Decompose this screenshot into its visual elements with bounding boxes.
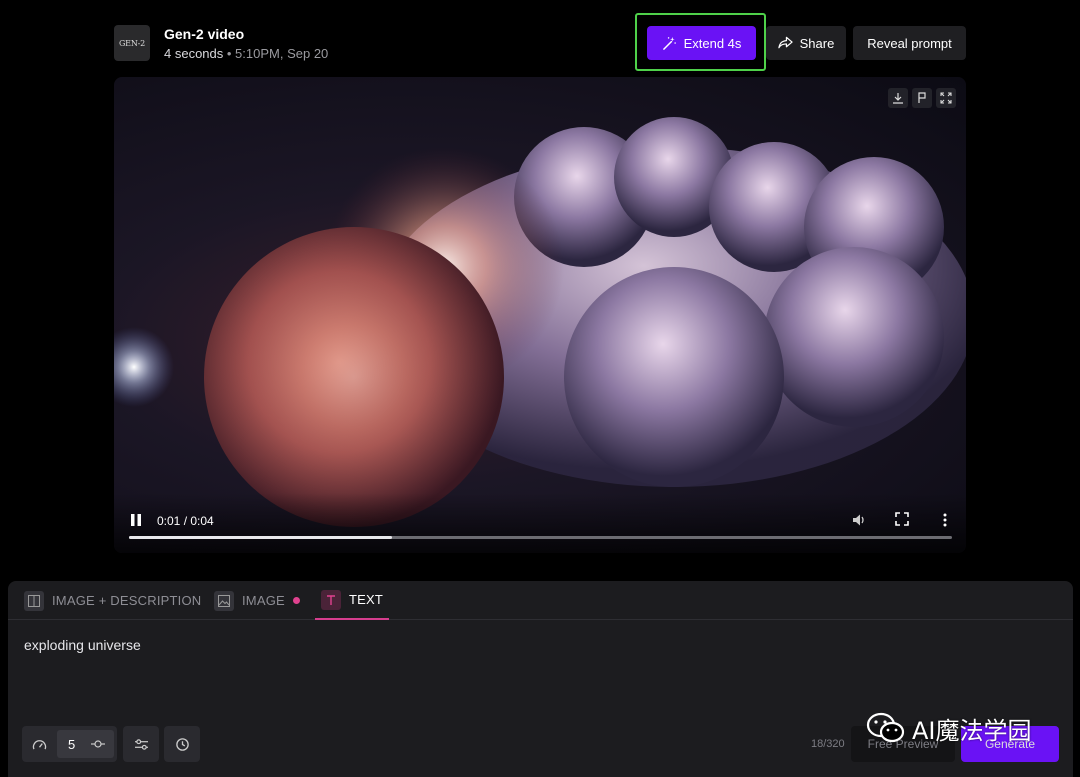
share-icon [777,36,793,49]
video-corner-icons [888,88,956,108]
flag-icon[interactable] [912,88,932,108]
fullscreen-icon[interactable] [895,512,909,526]
motion-control: 5 [22,726,117,762]
progress-bar[interactable] [129,536,952,539]
time-display: 0:01 / 0:04 [157,514,214,528]
tab-text[interactable]: TEXT [315,581,390,620]
sliders-icon [134,738,148,750]
more-options-icon[interactable] [941,512,949,528]
download-icon[interactable] [888,88,908,108]
video-player[interactable]: 0:01 / 0:04 [114,77,966,553]
tab-image-description[interactable]: IMAGE + DESCRIPTION [24,581,201,620]
gen2-logo: GEN-2 [114,25,150,61]
progress-fill [129,536,393,539]
settings-button[interactable] [123,726,159,762]
video-duration: 4 seconds [164,46,224,61]
motion-value-stepper[interactable]: 5 [57,730,114,758]
video-frame [114,117,966,527]
extend-label: Extend 4s [683,35,742,51]
video-controls: 0:01 / 0:04 [114,493,966,553]
image-icon [214,590,234,611]
tab-label: IMAGE [242,593,285,608]
watermark: AI魔法学园 [866,708,1046,748]
mode-tabs: IMAGE + DESCRIPTION IMAGE TEXT [8,581,1073,620]
pause-icon[interactable] [130,513,142,527]
video-timestamp: 5:10PM, Sep 20 [235,46,329,61]
video-title: Gen-2 video [164,26,245,42]
meta-separator: • [223,46,236,61]
timer-button[interactable] [164,726,200,762]
extend-button[interactable]: Extend 4s [647,26,756,60]
text-icon [321,589,341,610]
reveal-prompt-label: Reveal prompt [867,35,952,51]
wechat-icon [866,712,905,743]
timer-icon [175,737,189,751]
character-counter: 18/320 [811,738,845,750]
magic-wand-icon [662,36,676,50]
watermark-text: AI魔法学园 [912,716,1032,745]
volume-icon[interactable] [851,512,867,528]
video-meta: 4 seconds • 5:10PM, Sep 20 [164,46,328,61]
notification-dot [292,597,300,604]
speedometer-icon[interactable] [32,738,47,751]
tab-label: TEXT [349,592,384,607]
tab-label: IMAGE + DESCRIPTION [52,593,202,608]
slider-handle-icon [91,740,105,748]
reveal-prompt-button[interactable]: Reveal prompt [853,26,966,60]
prompt-textarea[interactable]: exploding universe [24,637,141,653]
tab-image[interactable]: IMAGE [214,581,300,620]
share-button[interactable]: Share [766,26,846,60]
expand-icon[interactable] [936,88,956,108]
share-label: Share [799,35,835,51]
motion-value: 5 [68,736,76,752]
image-description-icon [24,590,44,611]
